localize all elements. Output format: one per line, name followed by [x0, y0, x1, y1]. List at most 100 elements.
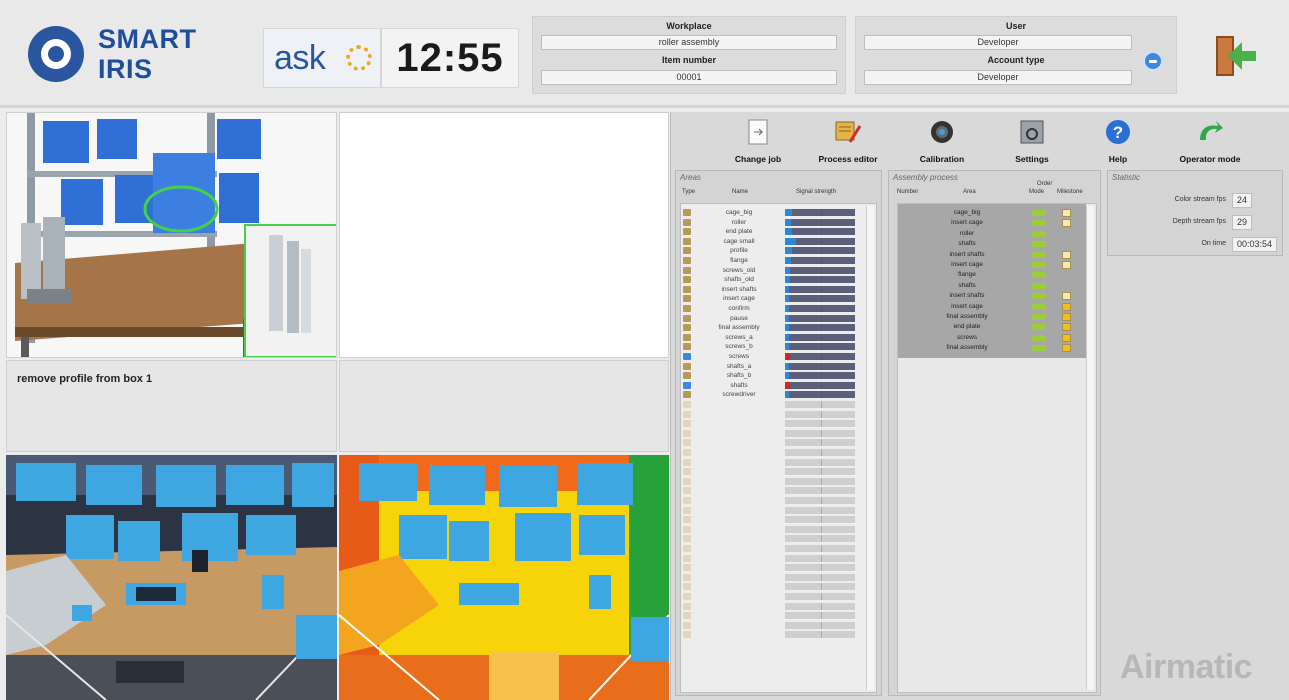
mode-indicator[interactable]: [1032, 334, 1046, 341]
mode-indicator[interactable]: [1032, 251, 1046, 258]
area-row[interactable]: screwdriver: [681, 390, 871, 399]
area-row[interactable]: profile: [681, 246, 871, 255]
area-row-empty[interactable]: [681, 630, 871, 639]
area-row-empty[interactable]: [681, 515, 871, 524]
area-row[interactable]: insert shafts: [681, 285, 871, 294]
calibration-button[interactable]: Calibration: [899, 116, 985, 170]
assembly-row[interactable]: shafts: [898, 239, 1086, 249]
assembly-row[interactable]: final assembly: [898, 312, 1086, 322]
mode-indicator[interactable]: [1032, 220, 1046, 227]
area-row-empty[interactable]: [681, 602, 871, 611]
milestone-checkbox[interactable]: [1062, 292, 1071, 301]
assembly-row[interactable]: flange: [898, 270, 1086, 280]
area-row-empty[interactable]: [681, 592, 871, 601]
milestone-checkbox[interactable]: [1062, 250, 1071, 259]
milestone-checkbox[interactable]: [1062, 313, 1071, 321]
assembly-row[interactable]: insert shafts: [898, 250, 1086, 260]
assembly-scrollbar[interactable]: [1086, 206, 1094, 690]
area-row-empty[interactable]: [681, 458, 871, 467]
area-row[interactable]: final assembly: [681, 323, 871, 332]
area-row-empty[interactable]: [681, 448, 871, 457]
area-row-empty[interactable]: [681, 563, 871, 572]
area-row-empty[interactable]: [681, 410, 871, 419]
area-row-empty[interactable]: [681, 496, 871, 505]
milestone-checkbox[interactable]: [1062, 302, 1071, 311]
area-row[interactable]: shafts_a: [681, 362, 871, 371]
area-row-empty[interactable]: [681, 621, 871, 630]
area-row[interactable]: pause: [681, 314, 871, 323]
mode-indicator[interactable]: [1032, 210, 1046, 216]
area-row[interactable]: cage_big: [681, 208, 871, 217]
mode-indicator[interactable]: [1032, 230, 1046, 237]
on-time-value: 00:03:54: [1232, 237, 1278, 252]
assembly-area-name: insert shafts: [949, 292, 985, 300]
assembly-row[interactable]: roller: [898, 229, 1086, 239]
area-row[interactable]: cage small: [681, 237, 871, 246]
assembly-row[interactable]: insert cage: [898, 218, 1086, 228]
area-row[interactable]: screws_b: [681, 342, 871, 351]
help-button[interactable]: ? Help: [1075, 116, 1161, 170]
area-row-empty[interactable]: [681, 400, 871, 409]
mode-indicator[interactable]: [1032, 324, 1046, 331]
area-row[interactable]: screws_old: [681, 266, 871, 275]
milestone-checkbox[interactable]: [1062, 209, 1071, 217]
assembly-row[interactable]: end plate: [898, 322, 1086, 332]
box-area-icon: [683, 362, 691, 370]
assembly-row[interactable]: cage_big: [898, 208, 1086, 218]
settings-button[interactable]: Settings: [989, 116, 1075, 170]
area-row[interactable]: insert cage: [681, 294, 871, 303]
assembly-list[interactable]: cage_big insert cage roller shafts insert sh…: [897, 203, 1097, 693]
assembly-row[interactable]: insert cage: [898, 260, 1086, 270]
mode-indicator[interactable]: [1032, 272, 1046, 279]
milestone-checkbox[interactable]: [1062, 344, 1071, 353]
area-row-empty[interactable]: [681, 611, 871, 620]
assembly-row[interactable]: screws: [898, 333, 1086, 343]
area-row-empty[interactable]: [681, 534, 871, 543]
mode-indicator[interactable]: [1032, 282, 1046, 289]
mode-indicator[interactable]: [1032, 345, 1046, 352]
assembly-row[interactable]: insert shafts: [898, 291, 1086, 301]
area-row[interactable]: shafts_old: [681, 275, 871, 284]
area-row-empty[interactable]: [681, 429, 871, 438]
area-row[interactable]: shafts_b: [681, 371, 871, 380]
area-row[interactable]: roller: [681, 218, 871, 227]
area-row-empty[interactable]: [681, 554, 871, 563]
assembly-row[interactable]: final assembly: [898, 343, 1086, 353]
change-job-button[interactable]: Change job: [715, 116, 801, 170]
milestone-checkbox[interactable]: [1062, 323, 1071, 332]
area-row[interactable]: flange: [681, 256, 871, 265]
area-row-empty[interactable]: [681, 477, 871, 486]
operator-mode-button[interactable]: Operator mode: [1167, 116, 1253, 170]
area-row-empty[interactable]: [681, 582, 871, 591]
areas-list[interactable]: cage_big roller end plate cage small profile…: [680, 203, 877, 693]
process-editor-button[interactable]: Process editor: [805, 116, 891, 170]
assembly-row[interactable]: insert cage: [898, 302, 1086, 312]
area-row-empty[interactable]: [681, 486, 871, 495]
area-row-empty[interactable]: [681, 544, 871, 553]
mode-indicator[interactable]: [1032, 262, 1046, 268]
area-row[interactable]: confirm: [681, 304, 871, 313]
box-area-icon: [683, 401, 691, 408]
area-row-empty[interactable]: [681, 419, 871, 428]
mode-indicator[interactable]: [1032, 314, 1046, 320]
area-row-empty[interactable]: [681, 506, 871, 515]
signal-strength-bar: [785, 218, 855, 226]
milestone-checkbox[interactable]: [1062, 219, 1071, 228]
area-row-empty[interactable]: [681, 525, 871, 534]
mode-indicator[interactable]: [1032, 303, 1046, 310]
exit-door-icon[interactable]: [1216, 34, 1262, 78]
mode-indicator[interactable]: [1032, 293, 1046, 300]
area-row[interactable]: shafts: [681, 381, 871, 390]
area-row[interactable]: end plate: [681, 227, 871, 236]
milestone-checkbox[interactable]: [1062, 261, 1071, 269]
area-row-empty[interactable]: [681, 438, 871, 447]
milestone-checkbox[interactable]: [1062, 333, 1071, 342]
area-row-empty[interactable]: [681, 573, 871, 582]
assembly-row[interactable]: shafts: [898, 281, 1086, 291]
area-row-empty[interactable]: [681, 467, 871, 476]
signal-strength-bar: [785, 305, 855, 312]
area-row[interactable]: screws_a: [681, 333, 871, 342]
mode-indicator[interactable]: [1032, 241, 1046, 248]
area-row[interactable]: screws: [681, 352, 871, 361]
switch-user-button[interactable]: [1143, 51, 1163, 71]
